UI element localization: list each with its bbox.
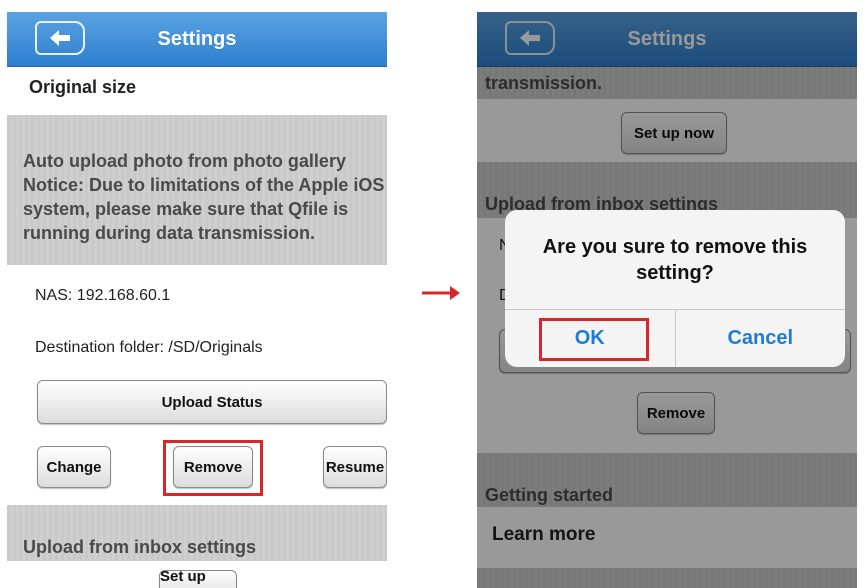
settings-content: Original size Auto upload photo from pho… [7,67,387,588]
left-screen: Settings Original size Auto upload photo… [7,12,387,588]
resume-button[interactable]: Resume [323,446,387,488]
inbox-section: Upload from inbox settings [7,505,387,561]
auto-upload-title: Auto upload photo from photo gallery [23,151,346,171]
original-size-item[interactable]: Original size [29,77,136,98]
destination-folder-label: Destination folder: /SD/Originals [35,339,263,356]
confirm-dialog: Are you sure to remove this setting? OK … [505,210,845,367]
dialog-message: Are you sure to remove this setting? [542,236,808,284]
setup-now-button[interactable]: Set up now [159,568,237,588]
nav-bar: Settings [7,12,387,67]
auto-upload-section: Auto upload photo from photo gallery Not… [7,115,387,265]
back-button[interactable] [35,21,85,55]
remove-highlight-box [163,440,263,496]
auto-upload-notice: Notice: Due to limitations of the Apple … [23,175,385,243]
upload-status-button[interactable]: Upload Status [37,380,387,424]
nas-label: NAS: 192.168.60.1 [35,287,171,304]
arrow-left-icon [50,30,70,46]
cancel-button[interactable]: Cancel [674,310,846,367]
inbox-section-title: Upload from inbox settings [23,537,257,557]
change-button[interactable]: Change [37,446,111,488]
ok-highlight-box [539,318,649,361]
right-screen: Settings transmission. Set up now Upload… [477,12,857,588]
arrow-right-icon [422,286,460,300]
